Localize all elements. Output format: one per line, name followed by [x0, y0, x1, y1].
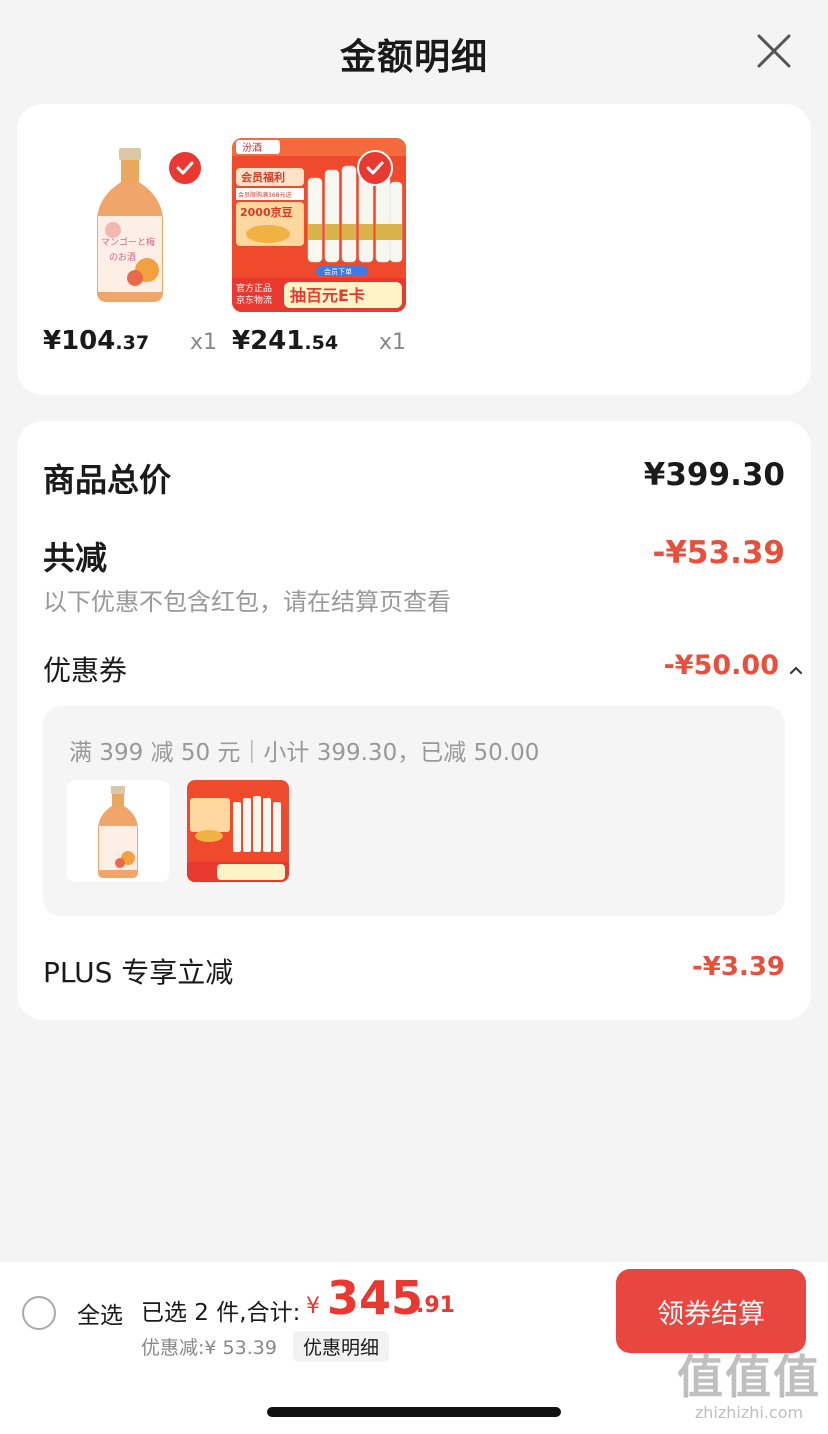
select-all-radio[interactable] — [22, 1296, 56, 1330]
select-all-label[interactable]: 全选 — [77, 1296, 123, 1330]
site-watermark: 值值值 zhizhizhi.com — [676, 1352, 822, 1434]
watermark-url: zhizhizhi.com — [694, 1403, 804, 1422]
total-amount-integer: 345 — [327, 1271, 424, 1325]
selected-products-card: マンゴーと梅 のお酒 ¥104.37 x1 汾酒 会员福利 会员限购满368元送… — [17, 104, 811, 395]
promo-title: 会员福利 — [241, 170, 285, 184]
total-amount-decimal: .91 — [416, 1293, 455, 1318]
reduction-note: 以下优惠不包含红包，请在结算页查看 — [43, 588, 451, 616]
total-price-value: ¥399.30 — [643, 457, 785, 493]
coupon-product-thumb-fenjiu-baijiu[interactable] — [187, 780, 289, 882]
close-icon[interactable] — [754, 31, 794, 71]
price-breakdown-card: 商品总价 ¥399.30 共减 -¥53.39 以下优惠不包含红包，请在结算页查… — [17, 421, 811, 1020]
total-price-label: 商品总价 — [43, 461, 172, 499]
checkout-button[interactable]: 领券结算 — [616, 1269, 806, 1353]
mango-label-line2: のお酒 — [109, 252, 136, 263]
product-1-checkmark-icon[interactable] — [167, 150, 203, 186]
coupon-value[interactable]: -¥50.00 — [664, 650, 779, 681]
plus-discount-label: PLUS 专享立减 — [43, 956, 234, 989]
promo-subtitle: 会员限购满368元送 — [238, 191, 291, 199]
discount-detail-link[interactable]: 优惠明细 — [293, 1331, 390, 1362]
home-indicator[interactable] — [267, 1407, 561, 1417]
product-2-quantity: x1 — [379, 330, 407, 355]
promo-bottom-left-2: 京东物流 — [236, 294, 272, 306]
promo-brand-badge: 汾酒 — [242, 142, 262, 154]
promo-bottom-left-1: 官方正品 — [236, 282, 272, 294]
product-2-price: ¥241.54 — [232, 326, 339, 356]
product-1-price: ¥104.37 — [43, 326, 150, 356]
promo-bottom-main: 抽百元E卡 — [290, 286, 365, 305]
plus-discount-value: -¥3.39 — [691, 952, 785, 982]
promo-value: 2000京豆 — [240, 205, 293, 219]
coupon-detail-box: 满 399 减 50 元｜小计 399.30，已减 50.00 — [43, 706, 785, 916]
watermark-logo-text: 值值值 — [677, 1350, 821, 1404]
discount-amount-text: 优惠减:¥ 53.39 — [141, 1337, 277, 1359]
total-currency-symbol: ¥ — [306, 1294, 320, 1319]
mango-label-line1: マンゴーと梅 — [101, 236, 155, 248]
chevron-up-icon[interactable] — [789, 659, 803, 680]
total-reduction-value: -¥53.39 — [652, 535, 786, 571]
promo-strip: 会员下单 — [324, 267, 352, 276]
total-reduction-label: 共减 — [43, 539, 108, 577]
coupon-label[interactable]: 优惠券 — [43, 649, 127, 689]
product-2-checkmark-icon[interactable] — [357, 150, 393, 186]
page-title: 金额明细 — [339, 37, 488, 78]
coupon-description: 满 399 减 50 元｜小计 399.30，已减 50.00 — [69, 740, 540, 766]
coupon-product-thumb-mango-wine[interactable] — [67, 780, 169, 882]
product-1-quantity: x1 — [190, 330, 218, 355]
amount-detail-sheet: 金额明细 マンゴーと梅 のお酒 ¥104.37 x1 汾酒 会员福利 会员限购满… — [0, 0, 828, 1434]
selected-count-text: 已选 2 件,合计: — [141, 1300, 301, 1326]
